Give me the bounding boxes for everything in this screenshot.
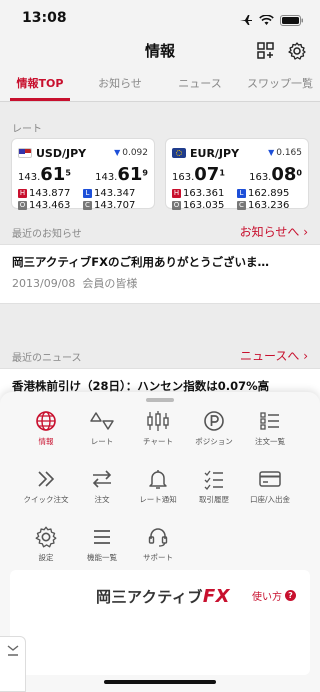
swap-arrows-icon <box>92 470 112 488</box>
high-badge: H <box>18 189 27 198</box>
tab-swap-list[interactable]: スワップ一覧 <box>240 66 320 101</box>
nav-actions <box>257 42 306 64</box>
double-chevron-icon <box>38 471 55 487</box>
ohlc: H 143.877 L 143.347 O 143.463 C 143.707 <box>18 188 148 211</box>
help-link[interactable]: 使い方 ? <box>252 588 296 603</box>
rate-triangles-icon <box>90 412 114 430</box>
menu-quick-order[interactable]: クイック注文 <box>14 468 78 518</box>
tab-news[interactable]: ニュース <box>160 66 240 101</box>
close-value: 163.236 <box>248 200 290 211</box>
notice-title: 岡三アクティブFXのご利用ありがとうございま… <box>12 255 269 269</box>
sheet-drag-handle[interactable] <box>146 398 174 402</box>
news-section-label: 最近のニュース <box>12 353 82 364</box>
question-icon: ? <box>285 590 296 601</box>
airplane-icon <box>239 11 253 30</box>
brand-logo: 岡三アクティブFX <box>96 586 231 607</box>
open-badge: O <box>172 201 181 210</box>
low-value: 162.895 <box>248 188 290 199</box>
news-link[interactable]: ニュースへ › <box>240 347 308 364</box>
wifi-icon <box>259 11 274 30</box>
close-badge: C <box>83 201 92 210</box>
position-p-icon <box>204 411 224 431</box>
collapse-down-icon <box>7 645 19 656</box>
pair-name: USD/JPY <box>36 146 87 160</box>
tab-bar: 情報TOP お知らせ ニュース スワップ一覧 <box>0 66 320 102</box>
status-icons <box>239 11 304 30</box>
ask-price[interactable]: 163.080 <box>249 164 302 185</box>
menu-all-functions[interactable]: 機能一覧 <box>70 526 134 576</box>
checklist-icon <box>204 470 223 490</box>
open-badge: O <box>18 201 27 210</box>
us-flag-icon <box>18 148 32 158</box>
notices-header: 最近のお知らせ お知らせへ › <box>0 218 320 244</box>
menu-rate-alert[interactable]: レート通知 <box>126 468 190 518</box>
tab-notices[interactable]: お知らせ <box>80 66 160 101</box>
hamburger-icon <box>94 530 110 544</box>
settings-gear-icon[interactable] <box>288 42 306 64</box>
home-indicator <box>104 680 216 684</box>
rate-card-usdjpy[interactable]: USD/JPY ▼ 0.092 143.615 143.619 H 143.877 … <box>11 138 155 211</box>
layout-icon[interactable] <box>257 42 274 64</box>
globe-icon <box>36 411 56 431</box>
nav-bar: 情報 <box>0 34 320 66</box>
bid-price[interactable]: 163.071 <box>172 164 225 185</box>
close-badge: C <box>237 201 246 210</box>
news-header: 最近のニュース ニュースへ › <box>0 342 320 368</box>
low-value: 143.347 <box>94 188 136 199</box>
status-time: 13:08 <box>22 10 67 26</box>
menu-account-funds[interactable]: 口座/入出金 <box>238 468 302 518</box>
news-title: 香港株前引け（28日）：ハンセン指数は0.07%高 <box>12 379 270 393</box>
high-value: 163.361 <box>183 188 225 199</box>
low-badge: L <box>83 189 92 198</box>
down-triangle-icon: ▼ <box>114 148 121 157</box>
notices-section-label: 最近のお知らせ <box>12 229 82 240</box>
candlestick-icon <box>147 411 169 431</box>
pair-name: EUR/JPY <box>190 146 240 160</box>
rates-section-label: レート <box>12 124 42 135</box>
notice-meta: 2013/09/08 会員の皆様 <box>12 277 138 290</box>
menu-chart[interactable]: チャート <box>126 410 190 460</box>
rate-card-eurjpy[interactable]: EUR/JPY ▼ 0.165 163.071 163.080 H 163.361 … <box>165 138 309 211</box>
collapse-menu-tab[interactable] <box>0 636 26 692</box>
high-badge: H <box>172 189 181 198</box>
change-value: ▼ 0.092 <box>114 148 148 158</box>
bid-price[interactable]: 143.615 <box>18 164 71 185</box>
menu-trade-history[interactable]: 取引履歴 <box>182 468 246 518</box>
headset-icon <box>148 528 168 547</box>
menu-order[interactable]: 注文 <box>70 468 134 518</box>
menu-support[interactable]: サポート <box>126 526 190 576</box>
brand-banner: 岡三アクティブFX 使い方 ? <box>10 570 310 675</box>
menu-info[interactable]: 情報 <box>14 410 78 460</box>
battery-icon <box>280 11 304 30</box>
order-list-icon <box>260 412 279 430</box>
menu-rate[interactable]: レート <box>70 410 134 460</box>
eu-flag-icon <box>172 148 186 158</box>
ohlc: H 163.361 L 162.895 O 163.035 C 163.236 <box>172 188 302 211</box>
menu-settings[interactable]: 設定 <box>14 526 78 576</box>
menu-order-list[interactable]: 注文一覧 <box>238 410 302 460</box>
notices-link[interactable]: お知らせへ › <box>240 223 308 240</box>
ask-price[interactable]: 143.619 <box>95 164 148 185</box>
gear-icon <box>35 526 57 548</box>
down-triangle-icon: ▼ <box>268 148 275 157</box>
status-bar: 13:08 <box>0 0 320 34</box>
close-value: 143.707 <box>94 200 136 211</box>
open-value: 163.035 <box>183 200 225 211</box>
tab-info-top[interactable]: 情報TOP <box>0 66 80 101</box>
card-icon <box>259 471 281 487</box>
open-value: 143.463 <box>29 200 71 211</box>
notice-item[interactable]: 岡三アクティブFXのご利用ありがとうございま… 2013/09/08 会員の皆様 <box>0 244 320 304</box>
bell-icon <box>149 470 167 489</box>
high-value: 143.877 <box>29 188 71 199</box>
low-badge: L <box>237 189 246 198</box>
menu-position[interactable]: ポジション <box>182 410 246 460</box>
change-value: ▼ 0.165 <box>268 148 302 158</box>
